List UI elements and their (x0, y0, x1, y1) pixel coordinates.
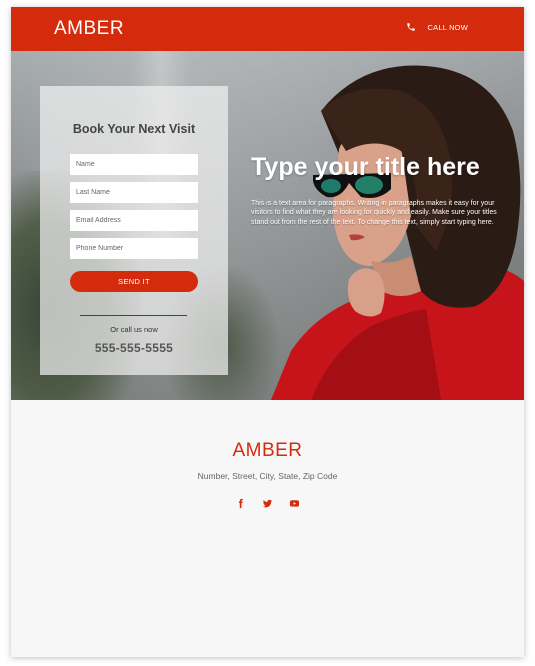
twitter-icon[interactable] (262, 498, 273, 509)
call-now-label: CALL NOW (427, 22, 468, 32)
form-divider (80, 315, 187, 316)
phone-input[interactable] (70, 238, 198, 259)
last-name-input[interactable] (70, 182, 198, 203)
phone-icon (406, 22, 416, 32)
hero-title: Type your title here (251, 153, 480, 181)
logo[interactable]: AMBER (54, 18, 124, 40)
footer-logo[interactable]: AMBER (11, 440, 524, 462)
phone-number[interactable]: 555-555-5555 (40, 341, 228, 355)
or-call-text: Or call us now (110, 325, 158, 334)
email-input[interactable] (70, 210, 198, 231)
name-input[interactable] (70, 154, 198, 175)
booking-form-panel: Book Your Next Visit SEND IT Or call us … (40, 86, 228, 375)
footer-address: Number, Street, City, State, Zip Code (197, 471, 338, 481)
send-button[interactable]: SEND IT (70, 271, 198, 292)
facebook-icon[interactable] (235, 498, 246, 509)
landing-page: AMBER CALL NOW Book Your Next Visit Name… (11, 7, 524, 657)
hero-section: Book Your Next Visit SEND IT Or call us … (11, 51, 524, 400)
form-title: Book Your Next Visit (72, 122, 196, 136)
social-links (11, 498, 524, 509)
youtube-icon[interactable] (289, 498, 300, 509)
hero-paragraph: This is a text area for paragraphs. Writ… (251, 200, 497, 226)
footer: AMBER Number, Street, City, State, Zip C… (11, 400, 524, 657)
call-now-link[interactable]: CALL NOW (406, 22, 469, 32)
header-bar: AMBER CALL NOW (11, 7, 524, 51)
